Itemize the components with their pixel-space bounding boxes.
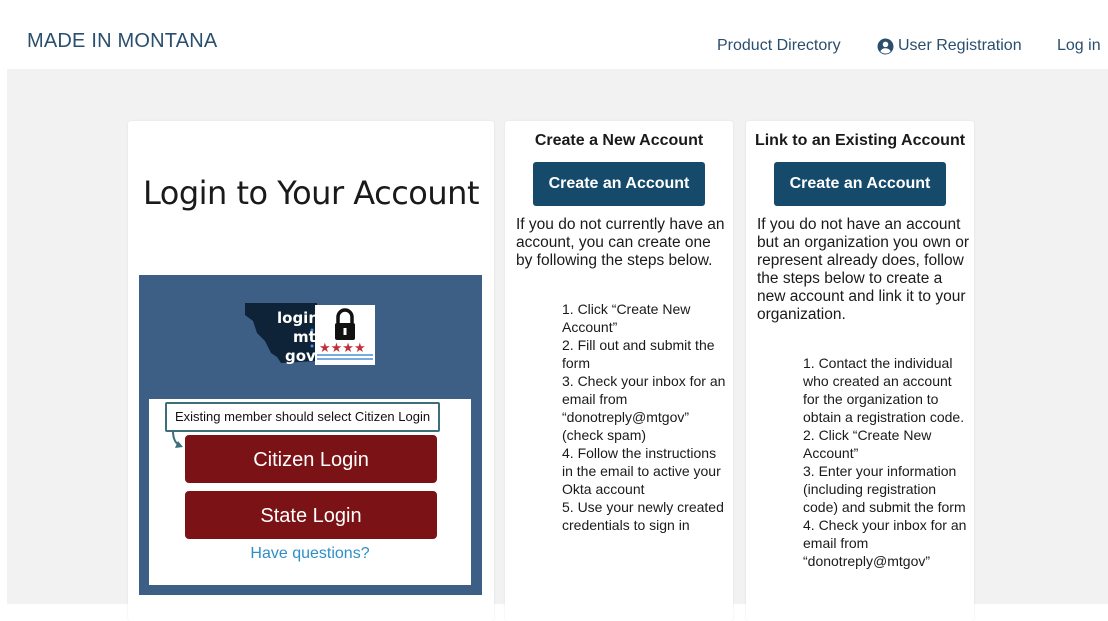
link-existing-account-card: Link to an Existing Account Create an Ac… — [746, 121, 974, 621]
login-mt-gov-logo: ★★★★ login mt gov — [243, 301, 377, 371]
link-account-intro: If you do not have an account but an org… — [757, 216, 969, 323]
nav-login[interactable]: Log in — [1057, 37, 1101, 55]
nav-user-registration[interactable]: User Registration — [877, 37, 1022, 55]
step-item: 1. Contact the individual who created an… — [803, 355, 965, 425]
link-existing-account-heading: Link to an Existing Account — [754, 132, 966, 149]
create-account-intro: If you do not currently have an account,… — [516, 216, 725, 269]
step-item: 3. Check your inbox for an email from “d… — [562, 373, 726, 443]
logo-text-mt: mt — [293, 328, 316, 346]
svg-text:★★★★: ★★★★ — [319, 341, 366, 356]
step-item: 3. Enter your information (including reg… — [803, 463, 966, 515]
user-circle-icon — [877, 38, 894, 54]
site-brand[interactable]: MADE IN MONTANA — [27, 30, 217, 53]
create-account-steps: 1. Click “Create New Account” 2. Fill ou… — [562, 300, 727, 534]
main-content: Login to Your Account ★★★★ login mt gov … — [7, 69, 1108, 621]
logo-text-login: login — [277, 309, 320, 327]
step-item: 4. Follow the instructions in the email … — [562, 445, 721, 497]
nav-product-directory[interactable]: Product Directory — [717, 37, 841, 55]
step-item: 5. Use your newly created credentials to… — [562, 499, 724, 533]
have-questions-link[interactable]: Have questions? — [149, 545, 471, 563]
login-card: Login to Your Account ★★★★ login mt gov … — [128, 121, 494, 621]
login-panel: ★★★★ login mt gov Existing member should… — [139, 275, 482, 595]
logo-text-gov: gov — [285, 347, 316, 365]
create-account-button[interactable]: Create an Account — [533, 162, 705, 206]
create-new-account-heading: Create a New Account — [534, 132, 704, 149]
step-item: 1. Click “Create New Account” — [562, 301, 691, 335]
top-navbar: MADE IN MONTANA Product Directory User R… — [7, 7, 1108, 69]
create-new-account-card: Create a New Account Create an Account I… — [505, 121, 733, 621]
curved-arrow-icon — [172, 430, 183, 448]
nav-user-registration-label: User Registration — [898, 37, 1022, 54]
step-item: 2. Fill out and submit the form — [562, 337, 715, 371]
login-title: Login to Your Account — [143, 174, 479, 212]
citizen-login-tooltip: Existing member should select Citizen Lo… — [165, 402, 441, 432]
login-options: Existing member should select Citizen Lo… — [149, 399, 471, 585]
step-item: 4. Check your inbox for an email from “d… — [803, 517, 967, 569]
state-login-button[interactable]: State Login — [185, 491, 437, 539]
step-item: 2. Click “Create New Account” — [803, 427, 932, 461]
link-account-steps: 1. Contact the individual who created an… — [803, 354, 968, 570]
citizen-login-button[interactable]: Citizen Login — [185, 435, 437, 483]
link-create-account-button[interactable]: Create an Account — [774, 162, 946, 206]
